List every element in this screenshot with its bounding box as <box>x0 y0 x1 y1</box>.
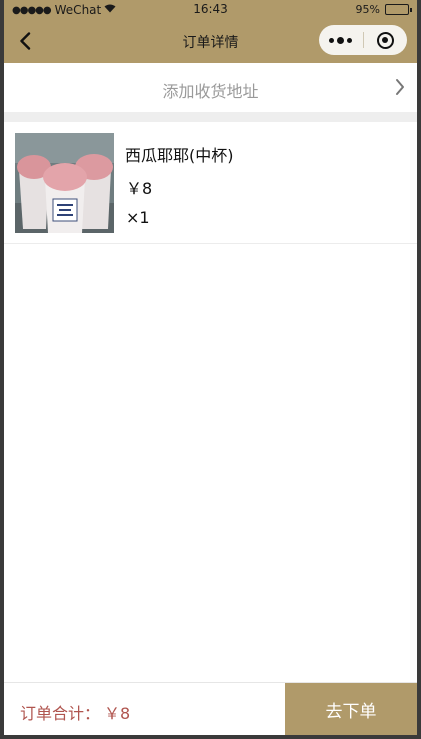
order-footer: 订单合计： ￥8 去下单 <box>4 682 417 735</box>
more-dots-icon <box>329 36 353 44</box>
target-circle-icon <box>376 31 394 49</box>
order-total-label: 订单合计： <box>20 704 101 723</box>
status-right: 95% <box>355 3 412 16</box>
chevron-right-icon <box>396 79 404 95</box>
product-item: 西瓜耶耶(中杯) ￥8 ×1 <box>4 122 417 244</box>
nav-bar: 订单详情 <box>4 20 417 63</box>
add-address-label: 添加收货地址 <box>162 82 259 101</box>
mini-program-capsule <box>319 25 407 55</box>
more-button[interactable] <box>319 25 363 55</box>
product-name: 西瓜耶耶(中杯) <box>125 146 234 165</box>
place-order-button[interactable]: 去下单 <box>285 683 417 735</box>
battery-percent: 95% <box>355 3 380 16</box>
close-mini-program-button[interactable] <box>364 25 408 55</box>
order-total: 订单合计： ￥8 <box>20 700 134 724</box>
product-price: ￥8 <box>126 179 153 198</box>
battery-icon <box>385 4 412 15</box>
product-quantity: ×1 <box>126 208 150 227</box>
product-image <box>15 133 114 233</box>
app-screen: ●●●●● WeChat 16:43 95% 订单详情 添加收货地址 西瓜耶耶(… <box>4 0 417 735</box>
section-divider <box>4 112 417 122</box>
add-address-row[interactable]: 添加收货地址 <box>4 63 417 112</box>
status-bar: ●●●●● WeChat 16:43 95% <box>4 0 417 20</box>
order-total-value: ￥8 <box>104 704 131 723</box>
